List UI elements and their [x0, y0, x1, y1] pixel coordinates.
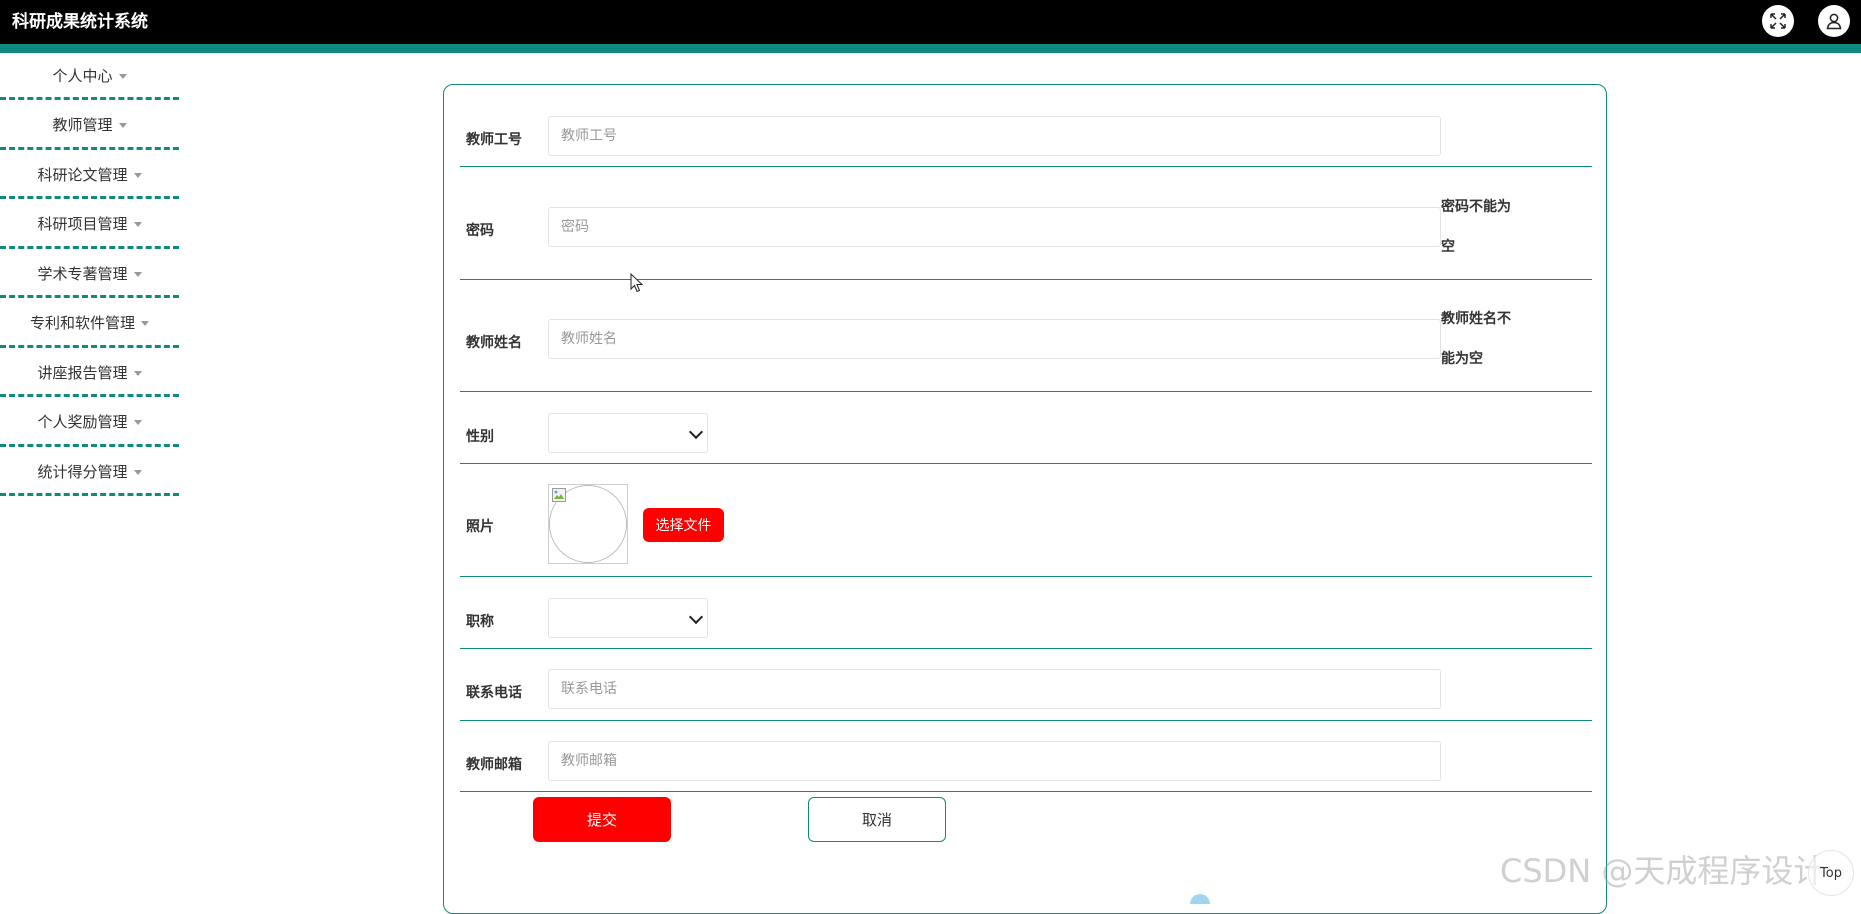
sidebar-item-label: 统计得分管理 [37, 462, 128, 481]
choose-file-button[interactable]: 选择文件 [643, 508, 724, 542]
teacher-id-input[interactable] [548, 116, 1441, 156]
top-bar: 科研成果统计系统 [0, 0, 1861, 53]
caret-down-icon [133, 172, 142, 178]
password-label: 密码 [466, 223, 494, 239]
sidebar-item-label: 科研论文管理 [37, 165, 128, 184]
password-error-line1: 密码不能为 [1441, 199, 1511, 215]
caret-down-icon [118, 123, 127, 128]
sidebar-nav: 个人中心 教师管理 科研论文管理 科研项目管理 学术专著管理 专利和软件管理 讲… [0, 53, 179, 499]
teacher-id-label: 教师工号 [466, 132, 522, 148]
sidebar-item-personal-center[interactable]: 个人中心 [0, 53, 179, 100]
app-title: 科研成果统计系统 [12, 12, 148, 32]
teacher-name-input[interactable] [548, 319, 1441, 359]
gender-select[interactable] [548, 413, 708, 453]
sidebar-item-label: 个人中心 [52, 66, 113, 85]
caret-down-icon [133, 222, 142, 227]
teacher-name-error-line2: 能为空 [1441, 351, 1483, 367]
caret-down-icon [118, 73, 127, 79]
chevron-down-icon [688, 424, 704, 440]
chevron-down-icon [688, 609, 704, 625]
back-to-top-button[interactable]: Top [1808, 850, 1854, 896]
sidebar-item-patent-software-management[interactable]: 专利和软件管理 [0, 301, 179, 348]
caret-down-icon [133, 469, 142, 475]
sidebar-item-label: 讲座报告管理 [37, 363, 128, 382]
photo-preview[interactable] [548, 484, 628, 564]
gender-row: 性别 [460, 392, 1592, 464]
password-error-line2: 空 [1441, 239, 1455, 255]
teacher-form-panel: 教师工号 密码 密码不能为 空 教师姓名 教师姓名不 能为空 性别 照片 [443, 84, 1607, 914]
sidebar-item-label: 个人奖励管理 [37, 413, 128, 431]
teacher-name-label: 教师姓名 [466, 335, 522, 351]
sidebar-item-monograph-management[interactable]: 学术专著管理 [0, 251, 179, 298]
sidebar-item-label: 教师管理 [52, 116, 113, 134]
user-icon[interactable] [1818, 5, 1850, 37]
password-row: 密码 密码不能为 空 [460, 167, 1592, 280]
phone-label: 联系电话 [466, 685, 522, 701]
fullscreen-icon[interactable] [1762, 5, 1794, 37]
email-row: 教师邮箱 [460, 721, 1592, 792]
sidebar-item-label: 学术专著管理 [37, 264, 128, 283]
caret-down-icon [141, 321, 149, 326]
caret-down-icon [133, 271, 142, 277]
submit-button[interactable]: 提交 [533, 797, 671, 842]
cancel-button[interactable]: 取消 [808, 797, 946, 842]
photo-label: 照片 [466, 519, 494, 535]
sidebar-item-award-management[interactable]: 个人奖励管理 [0, 400, 179, 447]
phone-row: 联系电话 [460, 649, 1592, 721]
sidebar-item-teacher-management[interactable]: 教师管理 [0, 103, 179, 150]
sidebar-item-paper-management[interactable]: 科研论文管理 [0, 152, 179, 199]
title-select[interactable] [548, 598, 708, 638]
email-input[interactable] [548, 741, 1441, 781]
teacher-name-row: 教师姓名 教师姓名不 能为空 [460, 280, 1592, 392]
caret-down-icon [133, 370, 142, 376]
sidebar-item-score-management[interactable]: 统计得分管理 [0, 449, 179, 496]
title-row: 职称 [460, 577, 1592, 649]
gender-label: 性别 [466, 429, 494, 445]
sidebar-item-label: 科研项目管理 [37, 215, 128, 233]
phone-input[interactable] [548, 669, 1441, 709]
password-input[interactable] [548, 207, 1441, 247]
teacher-id-row: 教师工号 [460, 85, 1592, 167]
sidebar-item-project-management[interactable]: 科研项目管理 [0, 202, 179, 249]
mouse-cursor-icon [630, 273, 644, 293]
sidebar-item-lecture-management[interactable]: 讲座报告管理 [0, 350, 179, 397]
watermark: CSDN @天成程序设计 [1500, 852, 1826, 890]
caret-down-icon [133, 420, 142, 425]
photo-row: 照片 选择文件 [460, 464, 1592, 577]
title-label: 职称 [466, 614, 494, 630]
broken-image-icon [552, 488, 566, 502]
teacher-name-error-line1: 教师姓名不 [1441, 311, 1511, 327]
sidebar-item-label: 专利和软件管理 [29, 314, 135, 332]
email-label: 教师邮箱 [466, 757, 522, 773]
